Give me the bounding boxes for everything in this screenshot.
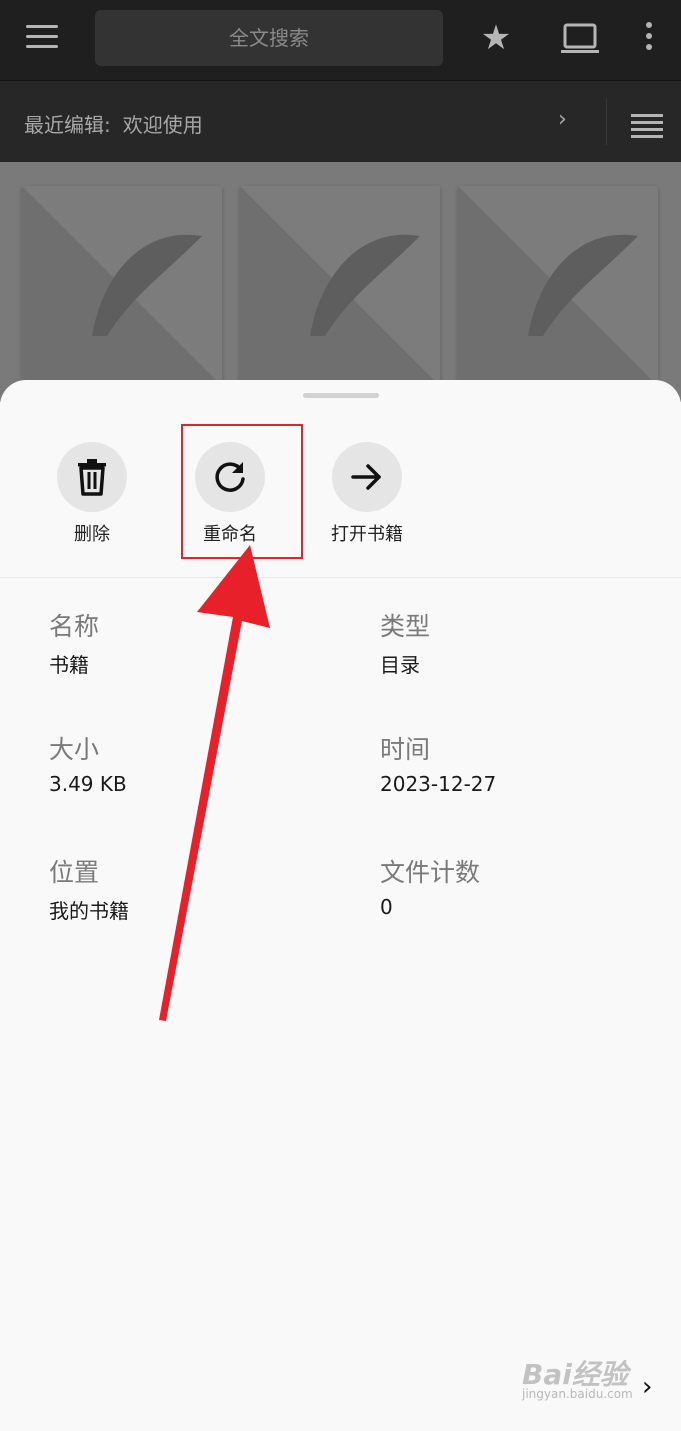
app-page: 全文搜索 ★ 最近编辑: 欢迎使用 › 删除 重命名 打开书籍 名称 书籍 类型… (0, 0, 681, 1431)
chevron-right-icon: › (642, 1372, 653, 1402)
annotation-arrow (159, 545, 270, 1021)
